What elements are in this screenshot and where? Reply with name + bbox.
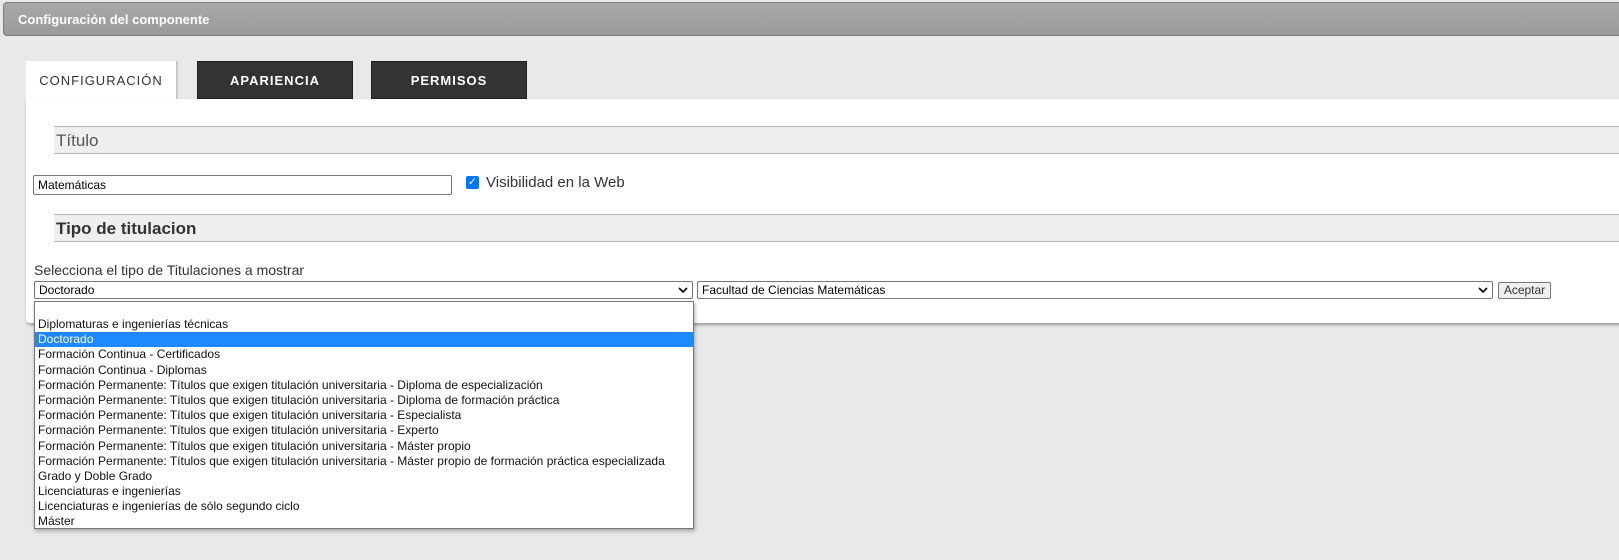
window-titlebar: Configuración del componente (3, 2, 1619, 36)
dropdown-option[interactable]: Máster (35, 514, 693, 529)
dropdown-option[interactable]: Formación Permanente: Títulos que exigen… (35, 378, 693, 393)
accept-button[interactable]: Aceptar (1498, 282, 1551, 299)
type-section-heading: Tipo de titulacion (56, 219, 197, 238)
chevron-down-icon (1478, 287, 1488, 294)
dropdown-option[interactable]: Formación Permanente: Títulos que exigen… (35, 439, 693, 454)
dropdown-option[interactable]: Formación Permanente: Títulos que exigen… (35, 454, 693, 469)
dropdown-option[interactable]: Grado y Doble Grado (35, 469, 693, 484)
type-select[interactable]: Doctorado (34, 281, 693, 299)
tab-configuracion[interactable]: CONFIGURACIÓN (26, 61, 178, 99)
type-dropdown-list: Diplomaturas e ingenierías técnicas Doct… (34, 301, 694, 529)
title-section-heading: Título (56, 131, 99, 150)
title-section-header: Título (54, 126, 1619, 154)
dropdown-option[interactable]: Formación Permanente: Títulos que exigen… (35, 408, 693, 423)
dropdown-option[interactable]: Formación Permanente: Títulos que exigen… (35, 423, 693, 438)
dropdown-option[interactable]: Formación Continua - Diplomas (35, 363, 693, 378)
type-section-header: Tipo de titulacion (54, 214, 1619, 242)
tab-permisos[interactable]: PERMISOS (371, 61, 527, 99)
tab-apariencia[interactable]: APARIENCIA (197, 61, 353, 99)
dropdown-option[interactable]: Licenciaturas e ingenierías (35, 484, 693, 499)
dropdown-option[interactable]: Formación Permanente: Títulos que exigen… (35, 393, 693, 408)
dropdown-option[interactable]: Diplomaturas e ingenierías técnicas (35, 317, 693, 332)
dropdown-option[interactable]: Licenciaturas e ingenierías de sólo segu… (35, 499, 693, 514)
faculty-select[interactable]: Facultad de Ciencias Matemáticas (697, 281, 1493, 299)
faculty-select-value: Facultad de Ciencias Matemáticas (702, 283, 886, 297)
type-select-value: Doctorado (39, 283, 95, 297)
dropdown-option[interactable]: Doctorado (35, 332, 693, 348)
visibility-label: Visibilidad en la Web (486, 174, 625, 191)
visibility-checkbox[interactable]: ✓ (466, 176, 479, 189)
chevron-down-icon (678, 287, 688, 294)
dropdown-option[interactable]: Formación Continua - Certificados (35, 347, 693, 362)
window-title: Configuración del componente (18, 12, 210, 27)
type-select-label: Selecciona el tipo de Titulaciones a mos… (34, 262, 305, 278)
config-panel: Título ✓ Visibilidad en la Web Tipo de t… (26, 99, 1619, 323)
title-input[interactable] (33, 175, 452, 195)
